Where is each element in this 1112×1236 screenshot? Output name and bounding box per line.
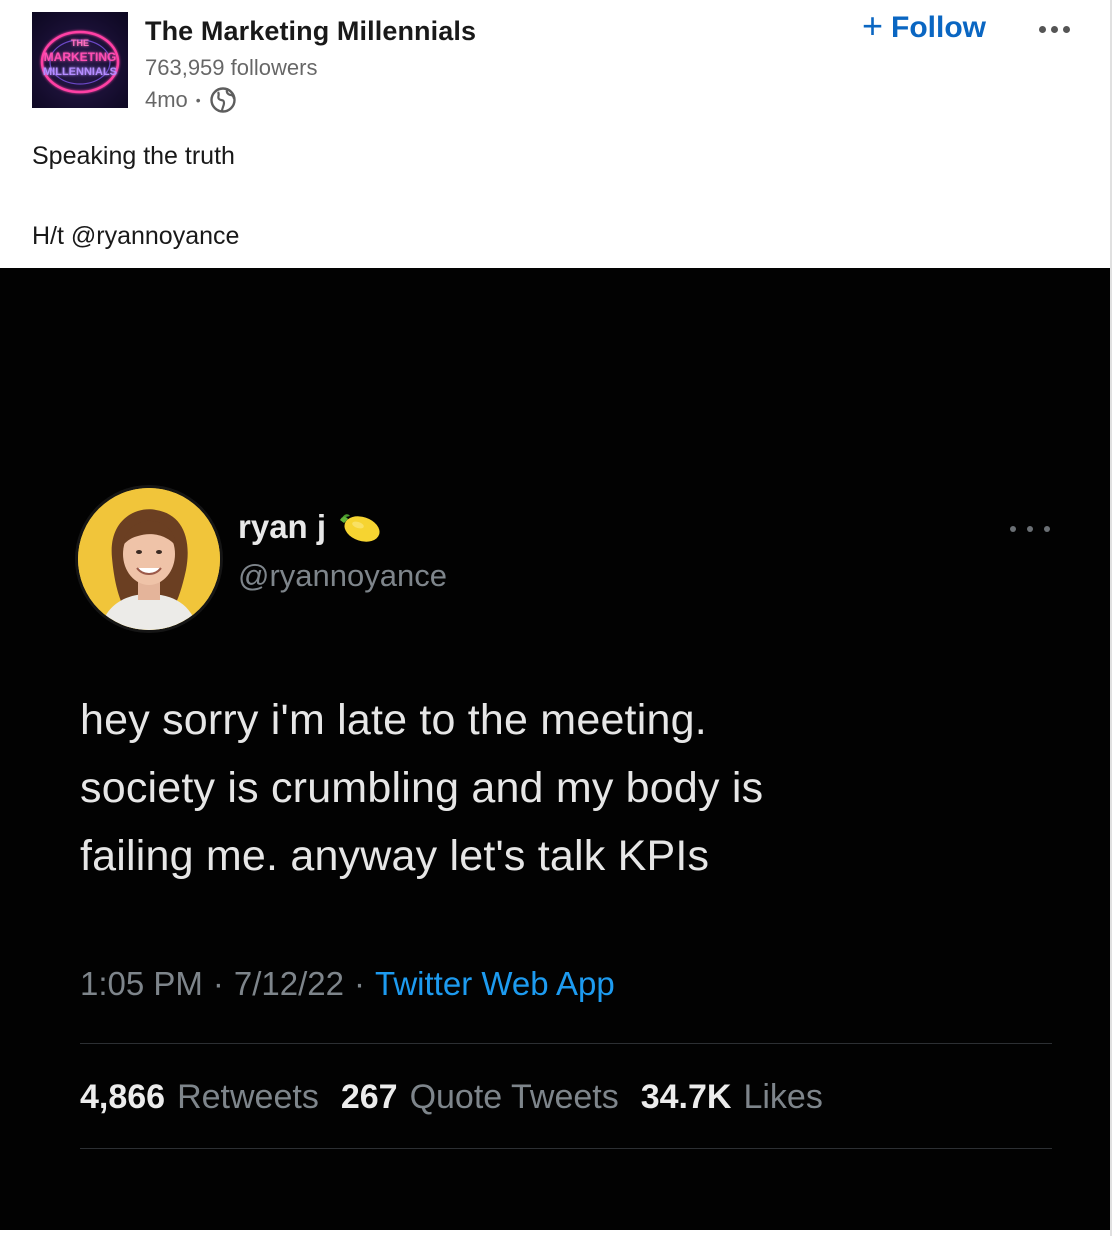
- meta-dot: ·: [354, 965, 366, 1002]
- stat-retweets: 4,866 Retweets: [80, 1078, 319, 1117]
- tweet-time: 1:05 PM: [80, 965, 203, 1002]
- ellipsis-icon[interactable]: [1030, 14, 1078, 44]
- divider: [80, 1148, 1052, 1149]
- post-text: Speaking the truth H/t @ryannoyance: [32, 136, 1032, 256]
- ellipsis-dot: [1050, 25, 1058, 33]
- tweet-metadata: 1:05 PM · 7/12/22 · Twitter Web App: [80, 965, 615, 1003]
- ellipsis-dot: [1062, 25, 1070, 33]
- tweet-image[interactable]: ryan j @ryannoyance hey sorry i'm late t…: [0, 268, 1110, 1230]
- stat-label: Retweets: [177, 1078, 319, 1116]
- person-avatar-icon: [78, 488, 220, 630]
- tweet-source: Twitter Web App: [375, 965, 615, 1002]
- stat-label: Likes: [743, 1078, 823, 1116]
- plus-icon: +: [862, 5, 884, 46]
- tweet-more-icon: [1010, 523, 1050, 535]
- linkedin-post: THE MARKETING MILLENNIALS The Marketing …: [0, 0, 1112, 1236]
- tweet-body-line: society is crumbling and my body is: [80, 764, 764, 812]
- tweet-handle[interactable]: @ryannoyance: [238, 558, 447, 594]
- ellipsis-dot: [1038, 25, 1046, 33]
- tweet-body-line: failing me. anyway let's talk KPIs: [80, 832, 710, 880]
- avatar: [78, 488, 220, 630]
- stat-quote-tweets: 267 Quote Tweets: [341, 1078, 619, 1117]
- logo-line-3: MILLENNIALS: [43, 66, 117, 78]
- follow-button[interactable]: + Follow: [862, 8, 986, 48]
- stat-label: Quote Tweets: [409, 1078, 619, 1116]
- meta-dot: ·: [212, 965, 224, 1002]
- meta-separator: •: [195, 92, 201, 108]
- follow-label: Follow: [891, 11, 987, 44]
- tweet-stats: 4,866 Retweets 267 Quote Tweets 34.7K Li…: [80, 1078, 823, 1117]
- company-logo[interactable]: THE MARKETING MILLENNIALS: [32, 12, 128, 108]
- post-age: 4mo: [145, 87, 188, 112]
- post-text-line: Speaking the truth: [32, 142, 235, 170]
- logo-line-2: MARKETING: [44, 50, 117, 64]
- ellipsis-dot: [1044, 526, 1050, 532]
- globe-icon: [210, 87, 236, 113]
- stat-value: 267: [340, 1078, 398, 1116]
- stat-value: 34.7K: [640, 1078, 732, 1116]
- tweet-author[interactable]: ryan j: [238, 508, 384, 546]
- tweet-body-line: hey sorry i'm late to the meeting.: [80, 696, 707, 744]
- tweet-display-name: ryan j: [238, 508, 327, 545]
- post-meta: 4mo •: [145, 86, 237, 114]
- logo-line-1: THE: [71, 38, 89, 48]
- stat-likes: 34.7K Likes: [641, 1078, 823, 1117]
- ellipsis-dot: [1010, 526, 1016, 532]
- lemon-icon: [340, 514, 380, 542]
- stat-value: 4,866: [80, 1078, 166, 1116]
- follower-count: 763,959 followers: [145, 55, 318, 80]
- company-name[interactable]: The Marketing Millennials: [145, 16, 476, 47]
- divider: [80, 1043, 1052, 1044]
- post-text-line: H/t @ryannoyance: [32, 222, 240, 250]
- tweet-body: hey sorry i'm late to the meeting. socie…: [80, 686, 1060, 890]
- tweet-date: 7/12/22: [233, 965, 345, 1002]
- neon-logo-icon: THE MARKETING MILLENNIALS: [40, 30, 120, 94]
- ellipsis-dot: [1027, 526, 1033, 532]
